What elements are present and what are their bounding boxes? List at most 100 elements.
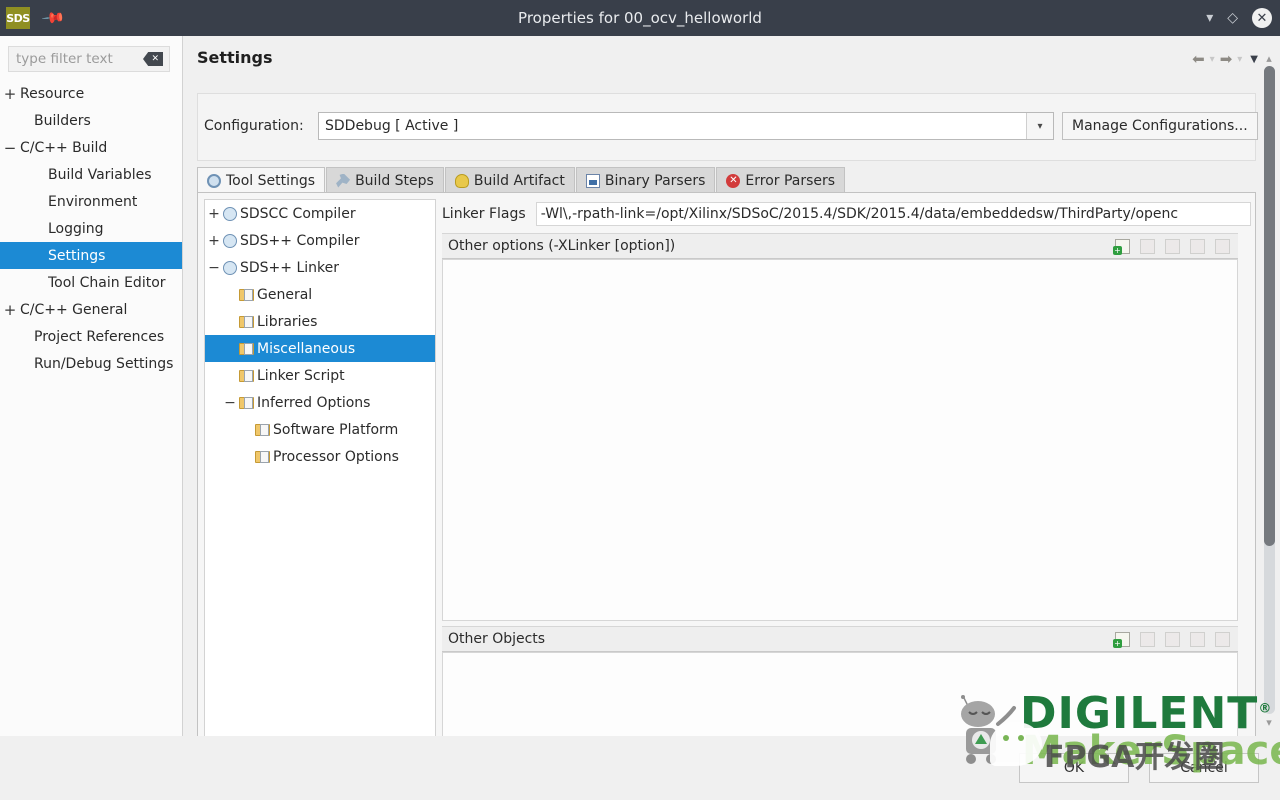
collapse-icon[interactable]: −: [205, 260, 223, 276]
filter-input[interactable]: type filter text ✕: [8, 46, 170, 72]
page-title: Settings: [197, 48, 273, 67]
sidebar-item-resource[interactable]: +Resource: [0, 80, 182, 107]
forward-menu-chevron-down-icon[interactable]: ▾: [1237, 54, 1242, 65]
configuration-label: Configuration:: [204, 118, 304, 134]
manage-configurations-button[interactable]: Manage Configurations...: [1062, 112, 1258, 140]
other-objects-label: Other Objects: [448, 631, 1115, 647]
move-up-icon: [1190, 239, 1205, 254]
arrow-right-icon[interactable]: ➡: [1220, 50, 1233, 68]
expand-icon[interactable]: +: [0, 301, 20, 319]
tool-tree-item-sds-linker[interactable]: − SDS++ Linker: [205, 254, 435, 281]
tool-tree-item-sds-compiler[interactable]: + SDS++ Compiler: [205, 227, 435, 254]
collapse-icon[interactable]: −: [0, 139, 20, 157]
tab-build-artifact[interactable]: Build Artifact: [445, 167, 575, 193]
add-icon[interactable]: +: [1115, 632, 1130, 647]
expand-icon[interactable]: +: [205, 233, 223, 249]
sidebar-item-label: Run/Debug Settings: [34, 356, 173, 372]
tool-tree-item-label: Software Platform: [273, 422, 398, 438]
configuration-value: SDDebug [ Active ]: [325, 118, 458, 134]
other-options-list[interactable]: [442, 259, 1238, 621]
sidebar-item-environment[interactable]: Environment: [0, 188, 182, 215]
tool-tree-item-label: Linker Script: [257, 368, 345, 384]
tool-icon: [223, 207, 237, 221]
folder-icon: [239, 397, 254, 409]
sidebar-item-label: Project References: [34, 329, 164, 345]
sidebar-item-run-debug-settings[interactable]: Run/Debug Settings: [0, 350, 182, 377]
expand-icon[interactable]: +: [0, 85, 20, 103]
tool-icon: [223, 261, 237, 275]
add-icon[interactable]: +: [1115, 239, 1130, 254]
sidebar-item-c-c-build[interactable]: −C/C++ Build: [0, 134, 182, 161]
tool-tree-item-label: Miscellaneous: [257, 341, 355, 357]
vscroll-track[interactable]: [1264, 66, 1275, 714]
close-button[interactable]: ✕: [1252, 8, 1272, 28]
sidebar-item-build-variables[interactable]: Build Variables: [0, 161, 182, 188]
expand-icon[interactable]: +: [205, 206, 223, 222]
chevron-down-icon[interactable]: ▾: [1026, 113, 1053, 139]
tool-tree-item-label: SDS++ Linker: [240, 260, 339, 276]
tab-label: Tool Settings: [226, 173, 315, 189]
sidebar-item-label: Build Variables: [48, 167, 152, 183]
edit-icon: [1165, 239, 1180, 254]
vscroll-thumb[interactable]: [1264, 66, 1275, 546]
navigation-controls: ⬅ ▾ ➡ ▾ ▼: [1192, 50, 1258, 68]
main-panel: Settings ⬅ ▾ ➡ ▾ ▼ Configuration: SDDebu…: [183, 36, 1280, 736]
folder-icon: [239, 316, 254, 328]
tool-tree-item-linker-script[interactable]: Linker Script: [205, 362, 435, 389]
tab-binary-parsers[interactable]: Binary Parsers: [576, 167, 716, 193]
tool-tree-item-label: SDSCC Compiler: [240, 206, 356, 222]
tool-tree-item-label: Libraries: [257, 314, 317, 330]
gear-icon: [207, 174, 221, 188]
tab-content-tool-settings: + SDSCC Compiler + SDS++ Compiler − SDS++ Lin…: [197, 192, 1256, 772]
tool-tree-item-libraries[interactable]: Libraries: [205, 308, 435, 335]
wrench-icon: [336, 174, 350, 188]
sidebar-item-label: Logging: [48, 221, 104, 237]
tab-bar: Tool Settings Build StepsBuild ArtifactBi…: [197, 167, 846, 193]
maximize-button[interactable]: ◇: [1227, 11, 1238, 25]
tab-label: Error Parsers: [745, 173, 835, 189]
sidebar-item-c-c-general[interactable]: +C/C++ General: [0, 296, 182, 323]
tool-tree-item-sdscc-compiler[interactable]: + SDSCC Compiler: [205, 200, 435, 227]
sidebar-item-label: Environment: [48, 194, 137, 210]
error-icon: ✕: [726, 174, 740, 188]
tool-tree-item-miscellaneous[interactable]: Miscellaneous: [205, 335, 435, 362]
tool-tree-item-general[interactable]: General: [205, 281, 435, 308]
sidebar-item-label: Settings: [48, 248, 105, 264]
other-objects-toolbar: +: [1115, 632, 1230, 647]
triangle-down-icon[interactable]: ▼: [1250, 54, 1258, 65]
chevron-down-icon[interactable]: ▾: [1262, 716, 1276, 728]
collapse-icon[interactable]: −: [221, 395, 239, 411]
sidebar-item-settings[interactable]: Settings: [0, 242, 182, 269]
ok-button[interactable]: OK: [1019, 753, 1129, 783]
sidebar-item-tool-chain-editor[interactable]: Tool Chain Editor: [0, 269, 182, 296]
folder-icon: [255, 424, 270, 436]
dialog-vscrollbar[interactable]: ▴ ▾: [1262, 52, 1276, 728]
back-menu-chevron-down-icon[interactable]: ▾: [1210, 54, 1215, 65]
tab-tool-settings[interactable]: Tool Settings: [197, 167, 325, 193]
tool-tree-item-processor-options[interactable]: Processor Options: [205, 443, 435, 470]
sidebar: type filter text ✕ +ResourceBuilders−C/C…: [0, 36, 183, 736]
linker-flags-input[interactable]: -Wl\,-rpath-link=/opt/Xilinx/SDSoC/2015.…: [536, 202, 1251, 226]
folder-icon: [239, 289, 254, 301]
settings-tree: +ResourceBuilders−C/C++ BuildBuild Varia…: [0, 80, 182, 377]
configuration-select[interactable]: SDDebug [ Active ] ▾: [318, 112, 1054, 140]
arrow-left-icon[interactable]: ⬅: [1192, 50, 1205, 68]
clear-icon[interactable]: ✕: [143, 52, 163, 66]
tab-error-parsers[interactable]: ✕ Error Parsers: [716, 167, 845, 193]
cancel-button[interactable]: Cancel: [1149, 753, 1259, 783]
minimize-button[interactable]: ▾: [1206, 11, 1213, 25]
tool-tree-item-label: General: [257, 287, 312, 303]
edit-icon: [1165, 632, 1180, 647]
tool-tree-item-software-platform[interactable]: Software Platform: [205, 416, 435, 443]
sidebar-item-builders[interactable]: Builders: [0, 107, 182, 134]
sidebar-item-project-references[interactable]: Project References: [0, 323, 182, 350]
other-objects-header: Other Objects +: [442, 626, 1238, 652]
chevron-up-icon[interactable]: ▴: [1262, 52, 1276, 64]
tab-build-steps[interactable]: Build Steps: [326, 167, 444, 193]
sidebar-item-logging[interactable]: Logging: [0, 215, 182, 242]
sidebar-item-label: C/C++ General: [20, 302, 127, 318]
linker-flags-row: Linker Flags -Wl\,-rpath-link=/opt/Xilin…: [442, 199, 1251, 229]
tool-tree-item-inferred-options[interactable]: −Inferred Options: [205, 389, 435, 416]
sidebar-item-label: Resource: [20, 86, 84, 102]
tool-tree-item-label: SDS++ Compiler: [240, 233, 359, 249]
